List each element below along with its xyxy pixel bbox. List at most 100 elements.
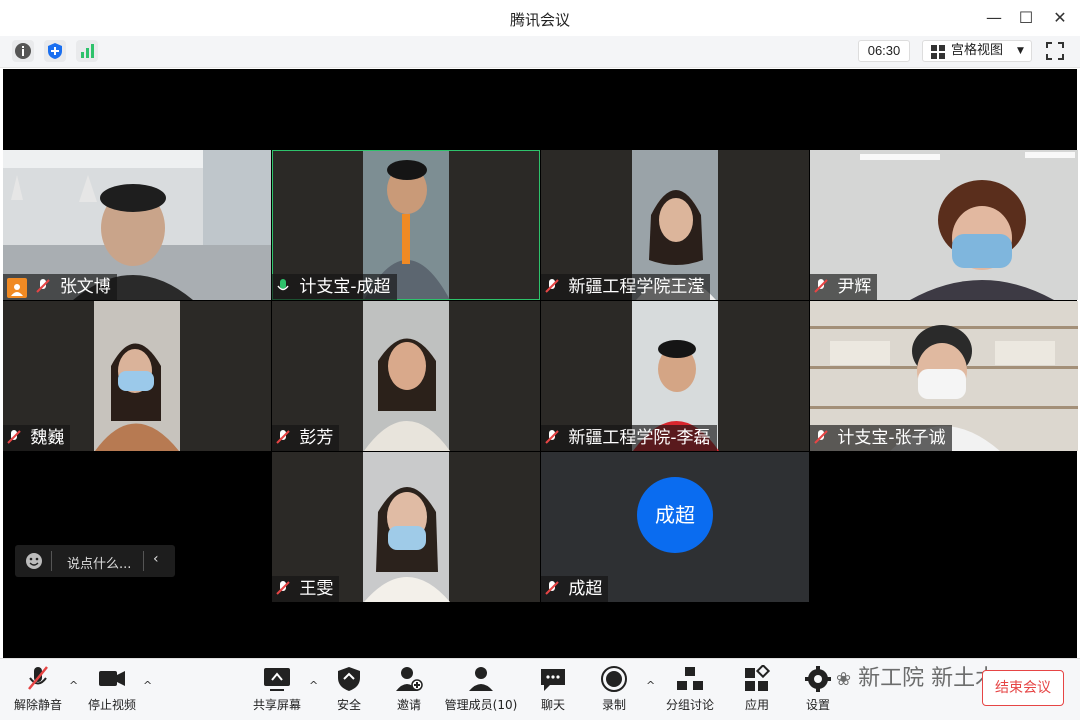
end-meeting-button[interactable]: 结束会议 bbox=[982, 670, 1064, 706]
divider bbox=[143, 551, 144, 571]
chat-quick-input[interactable]: 说点什么... ‹ bbox=[15, 545, 175, 577]
video-tile[interactable]: 王雯 bbox=[272, 452, 540, 602]
chat-placeholder: 说点什么... bbox=[67, 557, 132, 572]
video-tile[interactable]: 新疆工程学院王滢 bbox=[541, 150, 809, 300]
apps-button[interactable]: 应用 bbox=[734, 665, 780, 717]
mic-muted-icon bbox=[545, 430, 559, 444]
stop-video-button[interactable]: 停止视频 bbox=[84, 665, 140, 717]
mic-muted-icon bbox=[28, 666, 48, 690]
settings-label: 设置 bbox=[805, 698, 830, 712]
window-title: 腾讯会议 bbox=[509, 11, 570, 29]
maximize-button[interactable]: ☐ bbox=[1014, 6, 1038, 30]
participant-name-tag: 尹辉 bbox=[810, 274, 878, 300]
breakout-rooms-button[interactable]: 分组讨论 bbox=[662, 665, 718, 717]
gear-icon bbox=[805, 666, 831, 692]
video-tile[interactable]: 计支宝-成超 bbox=[272, 150, 540, 300]
wechat-icon: ❀ bbox=[836, 669, 852, 690]
security-label: 安全 bbox=[336, 698, 361, 712]
participant-name: 魏巍 bbox=[30, 428, 65, 448]
participant-name-tag: 新疆工程学院-李磊 bbox=[541, 425, 717, 451]
video-tile[interactable]: 尹辉 bbox=[810, 150, 1078, 300]
title-bar: 腾讯会议 — ☐ ✕ bbox=[0, 0, 1080, 36]
mic-muted-icon bbox=[814, 279, 828, 293]
video-tile[interactable]: 成超 成超 bbox=[541, 452, 809, 602]
fullscreen-button[interactable] bbox=[1044, 40, 1066, 62]
chat-bubble-icon bbox=[541, 669, 565, 691]
chevron-up-icon[interactable]: ^ bbox=[646, 679, 655, 692]
security-button[interactable]: 安全 bbox=[326, 665, 372, 717]
view-mode-dropdown[interactable]: 宫格视图 ▼ bbox=[922, 40, 1032, 62]
settings-button[interactable]: 设置 bbox=[795, 665, 841, 717]
invite-label: 邀请 bbox=[396, 698, 421, 712]
chevron-down-icon: ▼ bbox=[1017, 46, 1024, 56]
stop-video-label: 停止视频 bbox=[87, 698, 136, 712]
chevron-up-icon[interactable]: ^ bbox=[143, 679, 152, 692]
participant-name: 新疆工程学院-李磊 bbox=[568, 428, 711, 448]
divider bbox=[51, 551, 52, 571]
mic-muted-icon bbox=[7, 430, 21, 444]
participant-name: 成超 bbox=[568, 579, 603, 599]
manage-members-button[interactable]: 管理成员(10) bbox=[444, 665, 518, 717]
invite-button[interactable]: 邀请 bbox=[386, 665, 432, 717]
apps-grid-icon bbox=[745, 665, 771, 691]
meeting-timer: 06:30 bbox=[858, 40, 910, 62]
video-tile[interactable]: 新疆工程学院-李磊 bbox=[541, 301, 809, 451]
chevron-up-icon[interactable]: ^ bbox=[309, 679, 318, 692]
mic-muted-icon bbox=[545, 581, 559, 595]
video-camera-icon bbox=[99, 671, 125, 686]
record-button[interactable]: 录制 bbox=[591, 665, 637, 717]
video-tile[interactable]: 计支宝-张子诚 bbox=[810, 301, 1078, 451]
participant-name: 彭芳 bbox=[299, 428, 334, 448]
add-user-icon bbox=[396, 667, 423, 691]
unmute-button[interactable]: 解除静音 bbox=[10, 665, 66, 717]
watermark-text: 新工院 新土木 bbox=[858, 666, 998, 691]
mic-muted-icon bbox=[276, 581, 290, 595]
record-icon bbox=[601, 666, 627, 692]
video-tile[interactable]: 张文博 bbox=[3, 150, 271, 300]
chat-label: 聊天 bbox=[540, 698, 565, 712]
record-label: 录制 bbox=[601, 698, 626, 712]
info-bar bbox=[0, 36, 1080, 68]
participant-name-tag: 新疆工程学院王滢 bbox=[541, 274, 711, 300]
participant-name-tag: 魏巍 bbox=[3, 425, 71, 451]
mic-muted-icon bbox=[276, 430, 290, 444]
video-tile[interactable]: 魏巍 bbox=[3, 301, 271, 451]
video-tile[interactable]: 彭芳 bbox=[272, 301, 540, 451]
mic-muted-icon bbox=[545, 279, 559, 293]
participant-name-tag: 计支宝-成超 bbox=[272, 274, 397, 300]
participant-name-tag: 王雯 bbox=[272, 576, 340, 602]
chat-button[interactable]: 聊天 bbox=[530, 665, 576, 717]
breakout-rooms-label: 分组讨论 bbox=[665, 698, 714, 712]
mic-muted-icon bbox=[814, 430, 828, 444]
participant-name: 尹辉 bbox=[837, 277, 872, 297]
close-button[interactable]: ✕ bbox=[1048, 6, 1072, 30]
share-screen-button[interactable]: 共享屏幕 bbox=[250, 665, 304, 717]
participant-name: 计支宝-成超 bbox=[299, 277, 391, 297]
mic-active-icon bbox=[277, 279, 289, 291]
signal-strength-icon[interactable] bbox=[76, 40, 98, 62]
participant-name-tag: 计支宝-张子诚 bbox=[810, 425, 952, 451]
breakout-rooms-icon bbox=[677, 667, 703, 690]
participant-name-tag: 成超 bbox=[541, 576, 609, 602]
mic-muted-icon bbox=[36, 279, 51, 293]
participant-name-tag: 张文博 bbox=[3, 274, 117, 300]
security-shield-icon[interactable] bbox=[44, 40, 66, 62]
participant-name: 计支宝-张子诚 bbox=[837, 428, 946, 448]
participant-name-tag: 彭芳 bbox=[272, 425, 340, 451]
chevron-up-icon[interactable]: ^ bbox=[69, 679, 78, 692]
emoji-icon[interactable] bbox=[25, 552, 43, 570]
share-screen-label: 共享屏幕 bbox=[252, 698, 301, 712]
fullscreen-icon bbox=[1046, 42, 1064, 60]
meeting-info-icon[interactable] bbox=[12, 40, 34, 62]
host-badge-icon bbox=[7, 278, 27, 298]
participant-name: 王雯 bbox=[299, 579, 334, 599]
collapse-chevron-icon[interactable]: ‹ bbox=[153, 551, 159, 567]
members-icon bbox=[469, 667, 493, 691]
manage-members-label: 管理成员(10) bbox=[444, 698, 518, 712]
participant-avatar: 成超 bbox=[637, 477, 713, 553]
minimize-button[interactable]: — bbox=[982, 6, 1006, 30]
watermark: ❀ 新工院 新土木 bbox=[836, 660, 997, 692]
participant-name: 张文博 bbox=[59, 277, 111, 297]
view-mode-label: 宫格视图 bbox=[951, 43, 1004, 58]
unmute-label: 解除静音 bbox=[13, 698, 62, 712]
